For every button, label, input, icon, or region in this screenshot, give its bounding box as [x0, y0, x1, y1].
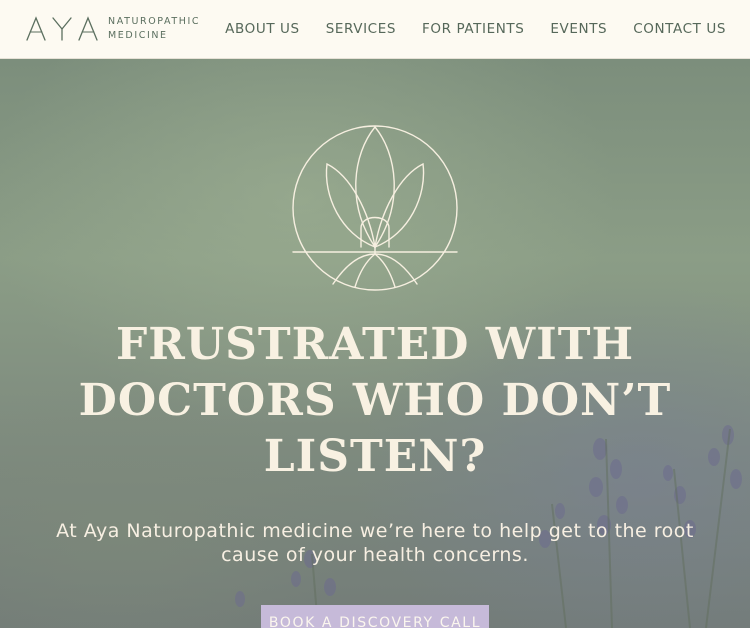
site-header: NATUROPATHIC MEDICINE ABOUT US SERVICES … [0, 0, 750, 59]
main-nav: ABOUT US SERVICES FOR PATIENTS EVENTS CO… [225, 21, 726, 37]
nav-about-us[interactable]: ABOUT US [225, 21, 300, 37]
nav-events[interactable]: EVENTS [550, 21, 607, 37]
hero-subtext: At Aya Naturopathic medicine we’re here … [56, 520, 694, 566]
lotus-emblem-icon [292, 125, 458, 291]
brand-wordmark: NATUROPATHIC MEDICINE [108, 16, 200, 42]
nav-for-patients[interactable]: FOR PATIENTS [422, 21, 524, 37]
brand-line-1: NATUROPATHIC [108, 16, 201, 27]
hero-section: FRUSTRATED WITH DOCTORS WHO DON’T LISTEN… [0, 59, 750, 628]
brand-line-2: MEDICINE [108, 30, 168, 41]
aya-logo-icon [26, 16, 98, 41]
nav-contact-us[interactable]: CONTACT US [633, 21, 726, 37]
book-discovery-call-button[interactable]: BOOK A DISCOVERY CALL [261, 605, 489, 628]
brand-logo[interactable]: NATUROPATHIC MEDICINE [25, 15, 200, 43]
nav-services[interactable]: SERVICES [326, 21, 396, 37]
hero-headline: FRUSTRATED WITH DOCTORS WHO DON’T LISTEN… [78, 319, 672, 482]
